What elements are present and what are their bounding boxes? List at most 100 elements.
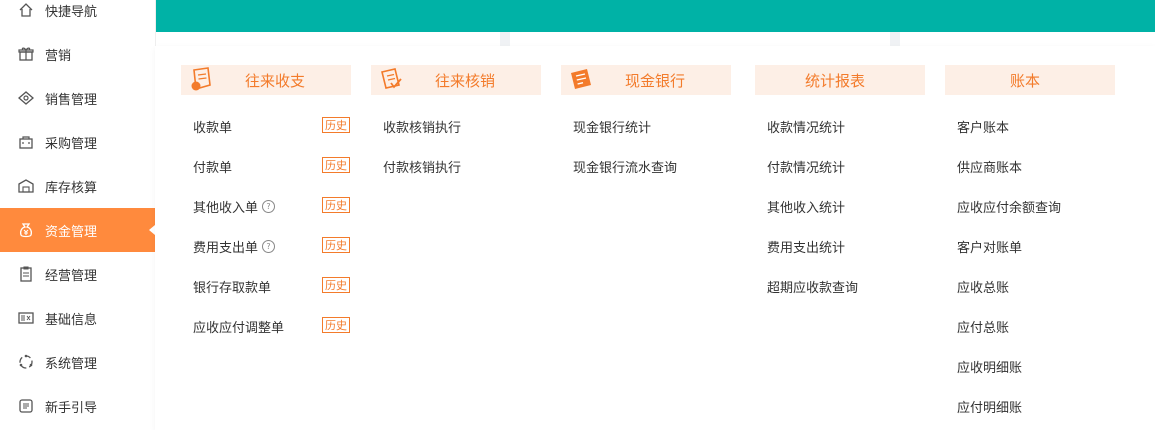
history-button[interactable]: 历史 (322, 237, 350, 253)
gift-icon (17, 45, 35, 63)
sidebar-item-marketing[interactable]: 营销 (0, 32, 155, 76)
menu-item-label: 银行存取款单 (193, 281, 272, 296)
menu-item-supplier-ledger[interactable]: 供应商账本 (957, 157, 1022, 176)
menu-item-label: 供应商账本 (957, 161, 1023, 176)
menu-item-payment-writeoff[interactable]: 付款核销执行 (383, 157, 461, 176)
menu-item-label: 应付明细账 (957, 401, 1023, 416)
clipboard-icon (17, 265, 35, 283)
menu-item-ar-ap-balance[interactable]: 应收应付余额查询 (957, 197, 1061, 216)
menu-item-cash-bank-flow[interactable]: 现金银行流水查询 (573, 157, 677, 176)
menu-item-label: 费用支出单 (193, 241, 259, 256)
help-icon[interactable]: ? (262, 200, 276, 213)
menu-item-expense[interactable]: 费用支出单? (193, 237, 276, 256)
sidebar-item-basic-info[interactable]: 基础信息 (0, 296, 155, 340)
menu-item-ar-ap-adjust[interactable]: 应收应付调整单 (193, 317, 284, 336)
history-button[interactable]: 历史 (322, 197, 350, 213)
menu-item-label: 收款情况统计 (767, 121, 846, 136)
receipt-icon (191, 67, 211, 91)
menu-column-writeoff: 往来核销 收款核销执行 付款核销执行 (371, 65, 541, 176)
sidebar-item-label: 经营管理 (45, 268, 98, 284)
sidebar-item-label: 系统管理 (45, 356, 98, 372)
history-button[interactable]: 历史 (322, 157, 350, 173)
column-title: 往来收支 (244, 71, 305, 90)
menu-item-label: 客户对账单 (957, 241, 1023, 256)
history-button[interactable]: 历史 (322, 317, 350, 333)
menu-item-label: 应收总账 (957, 281, 1010, 296)
menu-item-label: 付款情况统计 (767, 161, 846, 176)
column-header: 统计报表 (755, 65, 925, 95)
menu-item-label: 收款核销执行 (383, 121, 462, 136)
sidebar-item-label: 库存核算 (45, 180, 98, 196)
menu-item-customer-ledger[interactable]: 客户账本 (957, 117, 1009, 136)
sidebar-item-label: 销售管理 (45, 92, 98, 108)
column-title: 现金银行 (624, 71, 685, 90)
sidebar-item-label: 新手引导 (45, 400, 98, 416)
menu-item-payment[interactable]: 付款单 (193, 157, 232, 176)
menu-item-other-income-stats[interactable]: 其他收入统计 (767, 197, 845, 216)
menu-item-ar-general-ledger[interactable]: 应收总账 (957, 277, 1009, 296)
menu-item-ap-detail-ledger[interactable]: 应付明细账 (957, 397, 1022, 416)
top-header-bar (155, 0, 1155, 32)
menu-item-ar-detail-ledger[interactable]: 应收明细账 (957, 357, 1022, 376)
menu-item-label: 付款单 (193, 161, 233, 176)
sidebar-item-inventory[interactable]: 库存核算 (0, 164, 155, 208)
menu-item-overdue-receivables[interactable]: 超期应收款查询 (767, 277, 858, 296)
menu-item-cash-bank-stats[interactable]: 现金银行统计 (573, 117, 651, 136)
sidebar-item-operations[interactable]: 经营管理 (0, 252, 155, 296)
column-header: 账本 (945, 65, 1115, 95)
funds-menu-panel: 往来收支 收款单 历史 付款单 历史 其他收入单? 历史 费用支出单? 历史 银… (155, 46, 1155, 430)
sidebar-item-purchase[interactable]: 采购管理 (0, 120, 155, 164)
menu-item-label: 现金银行统计 (573, 121, 652, 136)
sidebar: 快捷导航 营销 销售管理 采购管理 库存核算 资金管理 经营管理 基础信息 系统… (0, 0, 156, 430)
help-icon[interactable]: ? (262, 240, 276, 253)
history-button[interactable]: 历史 (322, 117, 350, 133)
sidebar-item-funds[interactable]: 资金管理 (0, 208, 155, 252)
menu-item-label: 费用支出统计 (767, 241, 846, 256)
sidebar-item-quick-nav[interactable]: 快捷导航 (0, 0, 155, 32)
menu-item-label: 付款核销执行 (383, 161, 462, 176)
sidebar-item-label: 基础信息 (45, 312, 98, 328)
menu-item-receipt-stats[interactable]: 收款情况统计 (767, 117, 845, 136)
column-title: 账本 (1009, 71, 1040, 90)
warehouse-icon (17, 177, 35, 195)
menu-item-label: 应收明细账 (957, 361, 1023, 376)
menu-item-label: 客户账本 (957, 121, 1010, 136)
menu-item-other-income[interactable]: 其他收入单? (193, 197, 276, 216)
menu-item-expense-stats[interactable]: 费用支出统计 (767, 237, 845, 256)
column-title: 统计报表 (804, 71, 865, 90)
menu-item-label: 其他收入统计 (767, 201, 846, 216)
sidebar-item-label: 采购管理 (45, 136, 98, 152)
sidebar-item-system[interactable]: 系统管理 (0, 340, 155, 384)
home-icon (17, 1, 35, 19)
menu-item-label: 现金银行流水查询 (573, 161, 678, 176)
column-header: 往来核销 (371, 65, 541, 95)
id-card-icon (17, 309, 35, 327)
menu-item-label: 收款单 (193, 121, 233, 136)
sidebar-item-guide[interactable]: 新手引导 (0, 384, 155, 428)
system-circle-icon (17, 353, 35, 371)
menu-item-label: 应付总账 (957, 321, 1010, 336)
menu-item-receipt-writeoff[interactable]: 收款核销执行 (383, 117, 461, 136)
menu-column-transactions: 往来收支 收款单 历史 付款单 历史 其他收入单? 历史 费用支出单? 历史 银… (181, 65, 351, 336)
menu-column-cash-bank: 现金银行 现金银行统计 现金银行流水查询 (561, 65, 731, 176)
menu-item-bank-deposit[interactable]: 银行存取款单 (193, 277, 271, 296)
menu-item-customer-statement[interactable]: 客户对账单 (957, 237, 1022, 256)
column-header: 往来收支 (181, 65, 351, 95)
menu-column-ledger: 账本 客户账本 供应商账本 应收应付余额查询 客户对账单 应收总账 应付总账 应… (945, 65, 1115, 416)
sales-icon (17, 89, 35, 107)
bank-icon (571, 69, 591, 89)
menu-item-payment-stats[interactable]: 付款情况统计 (767, 157, 845, 176)
sidebar-item-label: 营销 (45, 48, 72, 64)
menu-item-label: 超期应收款查询 (767, 281, 859, 296)
sidebar-item-label: 资金管理 (45, 224, 98, 240)
menu-item-label: 应收应付余额查询 (957, 201, 1062, 216)
menu-item-label: 应收应付调整单 (193, 321, 285, 336)
menu-item-ap-general-ledger[interactable]: 应付总账 (957, 317, 1009, 336)
column-header: 现金银行 (561, 65, 731, 95)
menu-item-label: 其他收入单 (193, 201, 259, 216)
menu-item-receipt[interactable]: 收款单 (193, 117, 232, 136)
writeoff-icon (381, 68, 402, 89)
history-button[interactable]: 历史 (322, 277, 350, 293)
sidebar-item-label: 快捷导航 (45, 4, 98, 20)
sidebar-item-sales[interactable]: 销售管理 (0, 76, 155, 120)
